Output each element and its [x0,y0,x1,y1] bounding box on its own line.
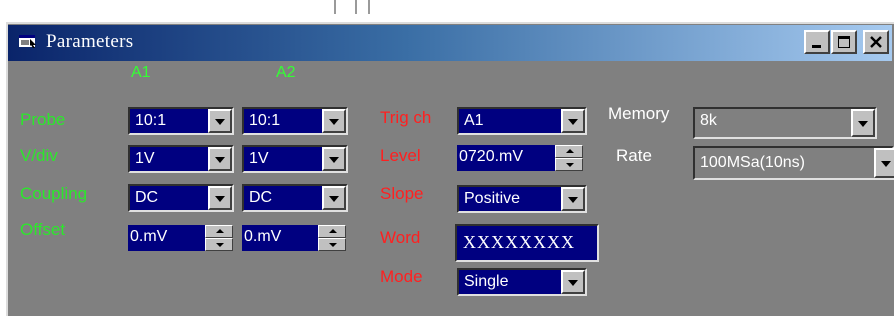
a1-coupling-value: DC [135,189,159,206]
a2-coupling-select[interactable]: DC [242,184,348,212]
chevron-down-icon[interactable] [322,186,346,210]
trigger-level-field[interactable]: 0720.mV [457,145,555,171]
a2-probe-select[interactable]: 10:1 [242,107,348,135]
chevron-down-icon[interactable] [208,147,232,171]
close-icon [870,36,882,48]
a1-offset-field[interactable]: 0.mV [128,225,205,251]
strip-separator [334,0,336,14]
trig-ch-select[interactable]: A1 [457,107,587,135]
a1-probe-value: 10:1 [135,112,167,129]
mode-label: Mode [380,267,423,286]
a2-offset-field[interactable]: 0.mV [242,225,318,251]
offset-label: Offset [20,220,66,239]
trigger-word-value: XXXXXXXX [463,232,575,252]
a2-vdiv-value: 1V [249,150,269,167]
a2-offset-spinner[interactable] [318,225,346,251]
title-bar[interactable]: Parameters [8,25,892,61]
strip-separator [355,0,357,14]
memory-value: 8k [700,112,717,129]
chevron-down-icon[interactable] [561,270,585,294]
trigger-level-spinner[interactable] [555,145,583,171]
trigger-word-field[interactable]: XXXXXXXX [455,224,599,262]
minimize-button[interactable] [804,30,830,54]
memory-label: Memory [608,104,670,123]
mode-select[interactable]: Single [457,268,587,296]
a1-vdiv-value: 1V [135,150,155,167]
vdiv-label: V/div [20,146,58,165]
a1-probe-select[interactable]: 10:1 [128,107,234,135]
close-button[interactable] [863,30,889,54]
level-label: Level [380,146,421,165]
trigger-level-value: 0720.mV [459,148,524,165]
channel-a2-header: A2 [276,64,296,81]
chevron-down-icon[interactable] [208,109,232,133]
channel-a1-header: A1 [131,64,151,81]
spin-down-icon[interactable] [205,238,233,251]
trig-ch-label: Trig ch [380,108,432,127]
a1-vdiv-select[interactable]: 1V [128,145,234,173]
chevron-down-icon[interactable] [874,148,894,178]
rate-select[interactable]: 100MSa(10ns) [693,146,894,180]
rate-value: 100MSa(10ns) [700,154,805,171]
chevron-down-icon[interactable] [208,186,232,210]
a2-coupling-value: DC [249,189,273,206]
chevron-down-icon[interactable] [322,147,346,171]
background-window-strip [0,0,894,22]
maximize-button[interactable] [831,30,857,54]
probe-label: Probe [20,110,66,129]
window-title: Parameters [46,31,134,52]
spin-down-icon[interactable] [318,238,346,251]
chevron-down-icon[interactable] [322,109,346,133]
chevron-down-icon[interactable] [851,109,875,137]
mode-value: Single [464,273,509,290]
spin-up-icon[interactable] [318,225,346,238]
chevron-down-icon[interactable] [561,187,585,211]
strip-separator [368,0,370,14]
a2-vdiv-select[interactable]: 1V [242,145,348,173]
a1-offset-value: 0.mV [130,228,168,245]
minimize-icon [812,45,821,48]
a2-offset-value: 0.mV [244,228,282,245]
word-label: Word [380,228,421,247]
rate-label: Rate [616,146,652,165]
a2-probe-value: 10:1 [249,112,281,129]
spin-down-icon[interactable] [555,158,583,171]
slope-select[interactable]: Positive [457,185,587,213]
chevron-down-icon[interactable] [561,109,585,133]
coupling-label: Coupling [20,184,88,203]
slope-label: Slope [380,184,424,203]
a1-offset-spinner[interactable] [205,225,233,251]
maximize-icon [838,36,850,48]
a1-coupling-select[interactable]: DC [128,184,234,212]
memory-select[interactable]: 8k [693,107,877,139]
slope-value: Positive [464,190,521,207]
spin-up-icon[interactable] [555,145,583,158]
spin-up-icon[interactable] [205,225,233,238]
window-app-icon [18,33,38,49]
trig-ch-value: A1 [464,112,484,129]
